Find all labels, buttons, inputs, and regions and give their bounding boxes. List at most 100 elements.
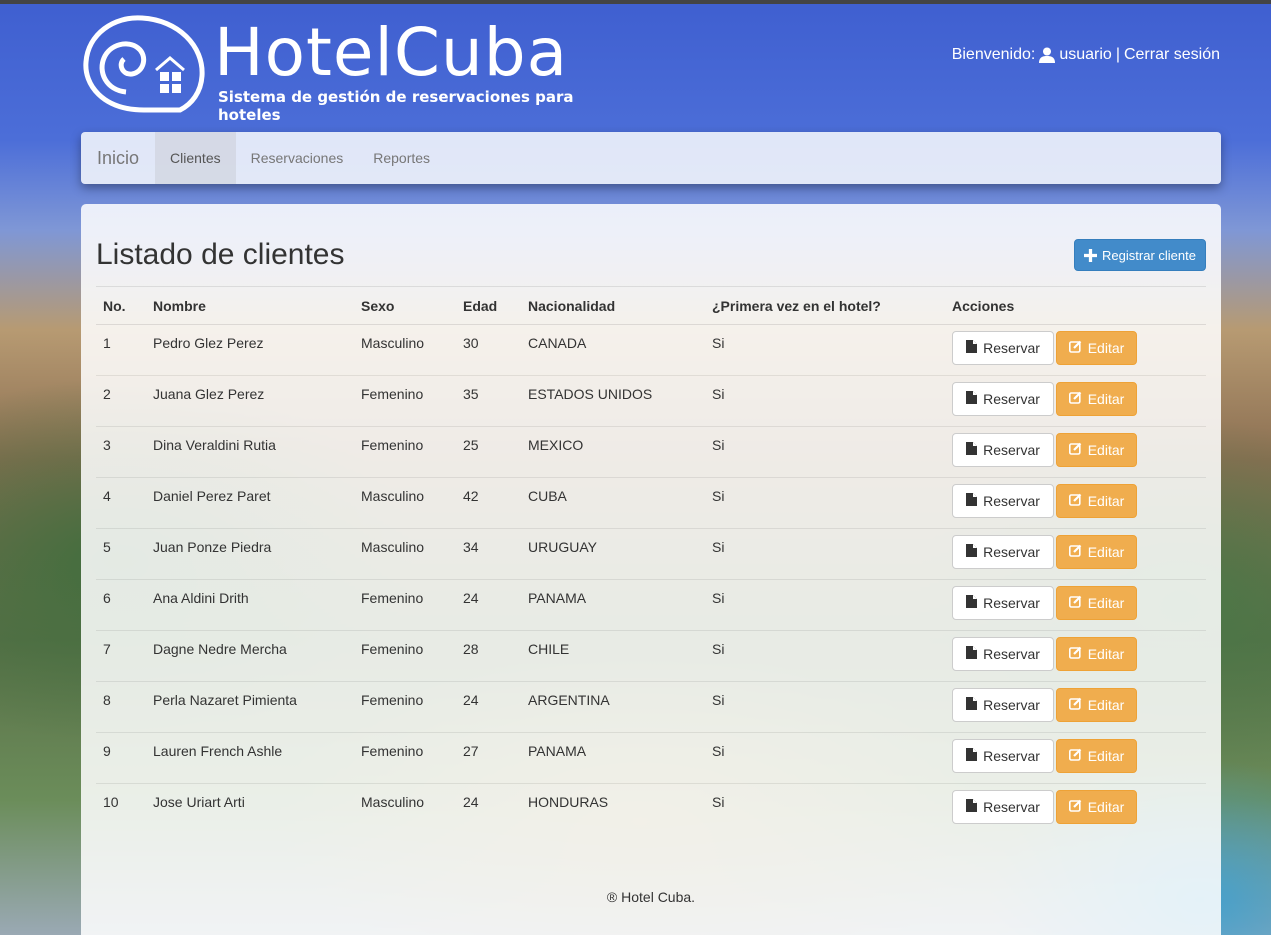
table-row: 7 Dagne Nedre Mercha Femenino 28 CHILE Si Rese… [96,630,1206,682]
logout-link[interactable]: Cerrar sesión [1124,46,1220,64]
logo-subtitle: Sistema de gestión de reservaciones para… [218,88,574,124]
edit-button[interactable]: Editar [1056,586,1137,620]
reserve-button[interactable]: Reservar [952,637,1054,671]
table-row: 8 Perla Nazaret Pimienta Femenino 24 ARGENTI… [96,681,1206,733]
cell-acciones: Reservar Editar [945,528,1206,580]
title-divider [96,286,1206,287]
cell-nacionalidad: MEXICO [521,426,705,478]
file-icon [966,697,978,713]
edit-button[interactable]: Editar [1056,382,1137,416]
file-icon [966,748,978,764]
cell-sexo: Masculino [354,783,456,835]
cell-no: 9 [96,732,146,784]
cell-nacionalidad: CHILE [521,630,705,682]
column-header-no: No. [96,288,146,325]
cell-primera-vez: Si [705,579,945,631]
reserve-label: Reservar [983,799,1040,815]
edit-icon [1068,646,1082,662]
nav-brand-inicio[interactable]: Inicio [81,132,155,184]
edit-label: Editar [1087,697,1125,713]
cell-primera-vez: Si [705,783,945,835]
reserve-button[interactable]: Reservar [952,586,1054,620]
column-header-sexo: Sexo [354,288,456,325]
file-icon [966,646,978,662]
reserve-label: Reservar [983,493,1040,509]
cell-nacionalidad: ARGENTINA [521,681,705,733]
cell-nacionalidad: ESTADOS UNIDOS [521,375,705,427]
content-panel: Listado de clientes Registrar cliente No… [81,204,1221,935]
edit-button[interactable]: Editar [1056,688,1137,722]
cell-edad: 28 [456,630,521,682]
reserve-label: Reservar [983,442,1040,458]
edit-label: Editar [1087,544,1125,560]
cell-nombre: Daniel Perez Paret [146,477,354,529]
edit-label: Editar [1087,595,1125,611]
cell-edad: 42 [456,477,521,529]
reserve-button[interactable]: Reservar [952,484,1054,518]
cell-edad: 25 [456,426,521,478]
logo[interactable]: HotelCuba Sistema de gestión de reservac… [82,14,592,124]
nav-item-reportes[interactable]: Reportes [358,132,445,184]
reserve-button[interactable]: Reservar [952,535,1054,569]
plus-icon [1084,248,1098,262]
table-row: 5 Juan Ponze Piedra Masculino 34 URUGUAY Si Re… [96,528,1206,580]
cell-nacionalidad: URUGUAY [521,528,705,580]
edit-icon [1068,391,1082,407]
cell-primera-vez: Si [705,630,945,682]
register-client-button[interactable]: Registrar cliente [1074,239,1206,271]
clients-table: No. Nombre Sexo Edad Nacionalidad ¿Prime… [96,288,1206,835]
reserve-label: Reservar [983,340,1040,356]
edit-button[interactable]: Editar [1056,433,1137,467]
edit-label: Editar [1087,340,1125,356]
edit-label: Editar [1087,493,1125,509]
reserve-button[interactable]: Reservar [952,331,1054,365]
cell-nombre: Dagne Nedre Mercha [146,630,354,682]
reserve-button[interactable]: Reservar [952,739,1054,773]
edit-icon [1068,595,1082,611]
reserve-label: Reservar [983,748,1040,764]
username-link[interactable]: usuario [1059,46,1111,64]
reserve-button[interactable]: Reservar [952,433,1054,467]
cell-acciones: Reservar Editar [945,783,1206,835]
snail-logo-icon [83,15,205,113]
reserve-button[interactable]: Reservar [952,688,1054,722]
cell-nombre: Juana Glez Perez [146,375,354,427]
reserve-button[interactable]: Reservar [952,382,1054,416]
cell-no: 5 [96,528,146,580]
table-row: 3 Dina Veraldini Rutia Femenino 25 MEXICO Si R… [96,426,1206,478]
edit-button[interactable]: Editar [1056,637,1137,671]
column-header-acciones: Acciones [945,288,1206,325]
cell-sexo: Masculino [354,477,456,529]
reserve-label: Reservar [983,595,1040,611]
file-icon [966,595,978,611]
cell-acciones: Reservar Editar [945,426,1206,478]
reserve-label: Reservar [983,544,1040,560]
cell-no: 2 [96,375,146,427]
edit-icon [1068,697,1082,713]
reserve-label: Reservar [983,391,1040,407]
reserve-button[interactable]: Reservar [952,790,1054,824]
file-icon [966,442,978,458]
edit-button[interactable]: Editar [1056,790,1137,824]
edit-icon [1068,340,1082,356]
cell-edad: 35 [456,375,521,427]
welcome-bar: Bienvenido: usuario | Cerrar sesión [952,46,1220,64]
edit-button[interactable]: Editar [1056,535,1137,569]
edit-button[interactable]: Editar [1056,331,1137,365]
cell-nacionalidad: CUBA [521,477,705,529]
edit-icon [1068,493,1082,509]
cell-edad: 27 [456,732,521,784]
cell-acciones: Reservar Editar [945,579,1206,631]
edit-button[interactable]: Editar [1056,739,1137,773]
cell-edad: 24 [456,681,521,733]
edit-button[interactable]: Editar [1056,484,1137,518]
edit-icon [1068,544,1082,560]
cell-nombre: Dina Veraldini Rutia [146,426,354,478]
edit-label: Editar [1087,391,1125,407]
nav-item-clientes[interactable]: Clientes [155,132,236,184]
edit-icon [1068,748,1082,764]
nav-item-reservaciones[interactable]: Reservaciones [236,132,359,184]
main-navbar: Inicio Clientes Reservaciones Reportes [81,132,1221,184]
cell-no: 10 [96,783,146,835]
table-header-row: No. Nombre Sexo Edad Nacionalidad ¿Prime… [96,288,1206,325]
